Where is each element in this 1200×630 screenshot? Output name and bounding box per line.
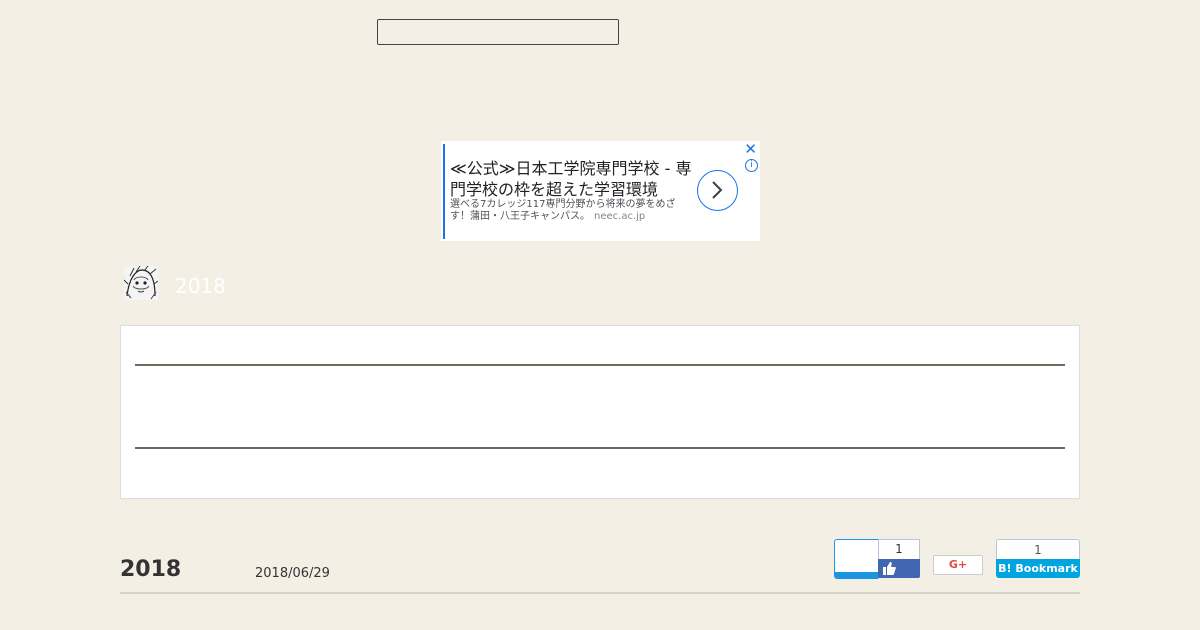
- tweet-button-bar: [835, 572, 879, 578]
- search-box[interactable]: [377, 19, 619, 45]
- page: ≪公式≫日本工学院専門学校 - 専門学校の枠を超えた学習環境 選べる7カレッジ1…: [0, 0, 1200, 630]
- google-plus-button[interactable]: G+: [933, 555, 983, 575]
- facebook-like-button[interactable]: 1: [878, 539, 920, 579]
- ad-banner[interactable]: ≪公式≫日本工学院専門学校 - 専門学校の枠を超えた学習環境 選べる7カレッジ1…: [441, 141, 760, 241]
- content-panel: [120, 325, 1080, 499]
- avatar-image: [124, 266, 158, 300]
- avatar[interactable]: [124, 266, 158, 300]
- hatena-bookmark-label[interactable]: B! Bookmark: [996, 559, 1080, 578]
- blog-title[interactable]: 2018: [175, 274, 226, 298]
- tweet-button[interactable]: [834, 539, 880, 579]
- thumbs-up-icon: [883, 562, 896, 575]
- entry-date: 2018/06/29: [255, 566, 330, 581]
- entry-title[interactable]: 2018: [120, 557, 181, 582]
- hatena-bookmark-button[interactable]: 1 B! Bookmark: [996, 539, 1080, 579]
- entry-divider: [120, 592, 1080, 594]
- chevron-right-icon: [712, 181, 723, 199]
- ad-domain: neec.ac.jp: [594, 211, 646, 222]
- hatena-bookmark-count: 1: [996, 539, 1080, 559]
- facebook-like-bar[interactable]: [878, 559, 920, 578]
- divider: [135, 364, 1065, 366]
- ad-description: 選べる7カレッジ117専門分野から将来の夢をめざす！蒲田・八王子キャンパス。 ne…: [450, 199, 690, 223]
- divider: [135, 447, 1065, 449]
- ad-accent-bar: [443, 144, 445, 239]
- facebook-like-count: 1: [878, 539, 920, 560]
- info-icon[interactable]: i: [745, 159, 758, 172]
- ad-next-button[interactable]: [697, 170, 738, 211]
- ad-title[interactable]: ≪公式≫日本工学院専門学校 - 専門学校の枠を超えた学習環境: [450, 158, 695, 200]
- close-icon[interactable]: ✕: [744, 142, 757, 157]
